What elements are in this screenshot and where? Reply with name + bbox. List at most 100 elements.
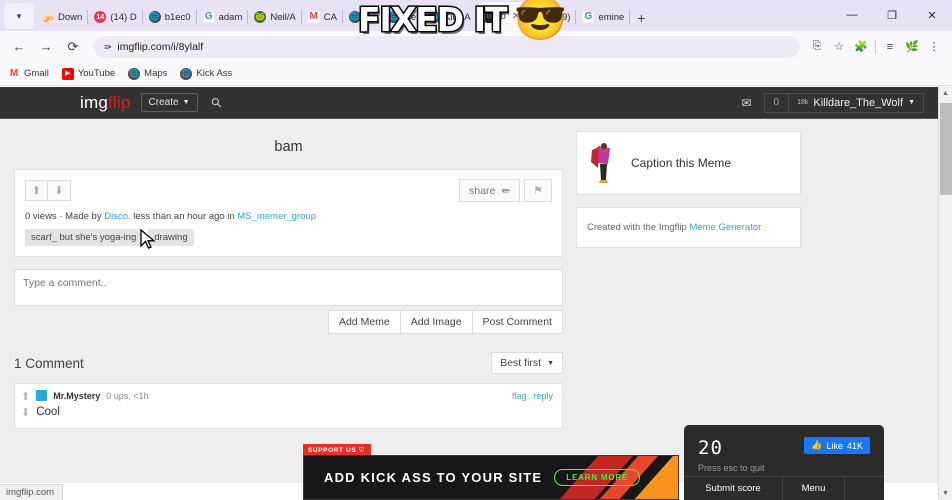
browser-tab[interactable]: 🌐 Ne: [382, 3, 423, 31]
comment-reply-link[interactable]: reply: [533, 391, 553, 401]
meme-generator-link[interactable]: Meme Generator: [689, 222, 761, 233]
author-link[interactable]: Disco.: [104, 211, 130, 222]
tune-icon[interactable]: ≡•: [104, 42, 111, 52]
create-label: Create: [148, 97, 179, 108]
extensions-puzzle-icon[interactable]: 🧩: [850, 36, 872, 58]
bookmark-label: YouTube: [77, 68, 116, 79]
meme-thumbnail: [587, 142, 619, 184]
comment-sort-dropdown[interactable]: Best first ▼: [491, 352, 563, 374]
post-comment-button[interactable]: Post Comment: [472, 310, 563, 334]
imgflip-icon: im: [484, 10, 497, 23]
bookmark-gmail[interactable]: M Gmail: [8, 67, 49, 80]
create-button[interactable]: Create ▼: [140, 93, 198, 112]
profile-avatar-icon[interactable]: 🌿: [901, 36, 923, 58]
address-bar[interactable]: ≡• imgflip.com/i/8ylalf: [94, 35, 800, 58]
downvote-button[interactable]: ⬇: [48, 180, 71, 201]
upvote-button[interactable]: ⬆: [25, 180, 48, 201]
scrollbar-thumb[interactable]: [940, 103, 952, 195]
browser-tab[interactable]: 🌐 Wi: [343, 3, 382, 31]
globe-icon: 🌐: [180, 67, 193, 80]
reading-list-icon[interactable]: ≡: [879, 36, 901, 58]
vote-group: ⬆ ⬇: [25, 180, 71, 201]
created-with-label: Created with the Imgflip: [587, 222, 687, 233]
close-tab-icon[interactable]: ✕: [512, 11, 520, 22]
comment-links: flag reply: [512, 391, 553, 401]
stream-link[interactable]: MS_memer_group: [237, 211, 316, 222]
bookmark-star-icon[interactable]: ☆: [828, 36, 850, 58]
learn-more-button[interactable]: LEARN MORE: [554, 469, 641, 486]
browser-tab[interactable]: 🐸 Neil/A: [248, 3, 302, 31]
browser-tab[interactable]: Gadam: [197, 3, 249, 31]
page-content: bam ⬆ ⬇ share ⇚ ⚑ 0 views · Made by Disc…: [0, 119, 938, 429]
ad-body[interactable]: ADD KICK ASS TO YOUR SITE LEARN MORE: [303, 455, 679, 500]
new-tab-button[interactable]: +: [630, 10, 652, 26]
window-controls: — ❐ ✕: [832, 2, 952, 28]
browser-tab[interactable]: 14 (14) D: [88, 3, 143, 31]
bookmark-maps[interactable]: 🌐 Maps: [128, 67, 167, 80]
game-menu-button[interactable]: Menu: [782, 477, 844, 500]
comment-upvote-button[interactable]: ⬆: [21, 390, 30, 403]
comment-form: Add Meme Add Image Post Comment: [14, 269, 563, 334]
comment-input[interactable]: [14, 269, 563, 306]
comment-item: ⬆ ⬇ Mr.Mystery 0 ups, <1h flag reply Coo…: [14, 383, 563, 429]
browser-tab[interactable]: 🌐 Kick A: [422, 3, 477, 31]
user-menu[interactable]: 18k Killdare_The_Wolf ▼: [789, 94, 923, 112]
search-icon[interactable]: ⚲: [207, 93, 225, 111]
browser-tab[interactable]: Gemine: [576, 3, 631, 31]
comments-header: 1 Comment Best first ▼: [14, 352, 563, 374]
facebook-like-button[interactable]: 👍 Like 41K: [804, 437, 870, 454]
comment-downvote-button[interactable]: ⬇: [21, 406, 30, 419]
caption-this-meme-card[interactable]: Caption this Meme: [576, 131, 801, 195]
browser-tab[interactable]: im b ✕: [476, 2, 527, 31]
browser-tab[interactable]: 🌐 b1ec0: [143, 3, 197, 31]
forward-button[interactable]: →: [34, 35, 58, 59]
google-icon: G: [582, 11, 595, 23]
back-button[interactable]: ←: [7, 35, 31, 59]
toolbar-divider: [875, 39, 876, 54]
youtube-icon: ▶: [61, 67, 74, 80]
ad-banner[interactable]: SUPPORT US ♡ ADD KICK ASS TO YOUR SITE L…: [303, 444, 679, 500]
envelope-icon[interactable]: ✉: [741, 96, 751, 110]
chevron-down-icon: ▼: [182, 99, 190, 106]
scroll-up-arrow[interactable]: ▲: [939, 87, 952, 100]
game-top: 20 Press esc to quit 👍 Like 41K: [684, 425, 884, 473]
bookmark-kick-ass[interactable]: 🌐 Kick Ass: [180, 67, 232, 80]
post-actions: share ⇚ ⚑: [459, 179, 552, 202]
three-dot-menu-icon[interactable]: ⋮: [923, 36, 945, 58]
add-image-button[interactable]: Add Image: [400, 310, 473, 334]
browser-tab[interactable]: M CA: [302, 3, 343, 31]
browser-toolbar: ← → ⟳ ≡• imgflip.com/i/8ylalf ⎘ ☆ 🧩 ≡ 🌿 …: [0, 31, 952, 62]
install-icon[interactable]: ⎘: [806, 36, 828, 58]
close-window-button[interactable]: ✕: [912, 2, 952, 28]
post-toolbar: ⬆ ⬇ share ⇚ ⚑: [15, 170, 562, 202]
view-count: 0 views: [25, 211, 57, 222]
reload-button[interactable]: ⟳: [61, 35, 85, 59]
share-button[interactable]: share ⇚: [459, 179, 521, 202]
game-score-block: 20 Press esc to quit: [698, 437, 765, 473]
browser-tab[interactable]: 🍌 Down: [36, 3, 89, 31]
main-column: bam ⬆ ⬇ share ⇚ ⚑ 0 views · Made by Disc…: [14, 131, 563, 429]
game-bar-spacer: [844, 477, 884, 500]
share-label: share: [469, 184, 496, 197]
page-scrollbar[interactable]: ▲ ▼: [938, 87, 952, 500]
comment-author[interactable]: Mr.Mystery: [53, 391, 100, 401]
add-meme-button[interactable]: Add Meme: [327, 310, 401, 334]
imgflip-logo[interactable]: imgflip: [80, 93, 131, 113]
bookmark-youtube[interactable]: ▶ YouTube: [61, 67, 116, 80]
minimize-button[interactable]: —: [832, 2, 872, 28]
maximize-button[interactable]: ❐: [872, 2, 912, 28]
tag-item[interactable]: scarf_ but she's yoga-ing: [25, 229, 143, 246]
tag-list: scarf_ but she's yoga-ing drawing: [15, 222, 562, 256]
notification-count[interactable]: 0: [765, 93, 790, 112]
scroll-down-arrow[interactable]: ▼: [939, 487, 952, 500]
tab-search-button[interactable]: ▾: [4, 3, 34, 29]
tab-label: (14) D: [110, 11, 137, 23]
browser-tab[interactable]: ▶ (179): [526, 3, 577, 31]
like-count: 41K: [846, 440, 863, 451]
tab-label: (179): [548, 11, 571, 23]
flag-button[interactable]: ⚑: [524, 179, 552, 202]
chevron-down-icon: ▼: [908, 99, 915, 106]
page-viewport: imgflip Create ▼ ⚲ ✉ 0 18k Killdare_The_…: [0, 87, 938, 483]
submit-score-button[interactable]: Submit score: [684, 477, 782, 500]
comment-flag-link[interactable]: flag: [512, 391, 527, 401]
